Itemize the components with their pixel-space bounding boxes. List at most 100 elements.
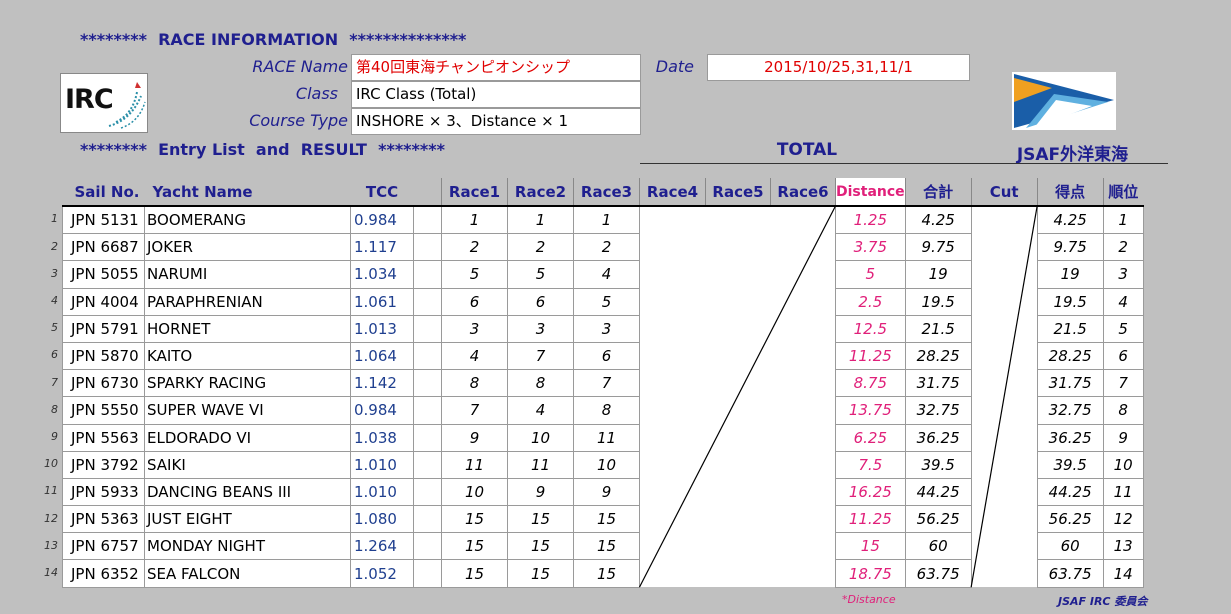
race-name-label: RACE Name (252, 57, 348, 76)
rank-cell: 9 (1102, 423, 1144, 452)
score-cell: 63.75 (1036, 559, 1104, 588)
sail-no-cell: JPN 6757 (62, 532, 145, 561)
table-row: JPN 5933 DANCING BEANS III 1.010 10 9 9 16.25 4… (62, 477, 1144, 507)
distance-cell: 6.25 (835, 423, 906, 452)
col-cut: Cut (970, 178, 1038, 207)
table-row: JPN 3792 SAIKI 1.010 11 11 10 7.5 39.5 39.5 10 (62, 450, 1144, 479)
total-cell: 31.75 (904, 369, 972, 398)
race4-cell (639, 260, 706, 289)
score-cell: 56.25 (1036, 505, 1104, 534)
race3-cell: 2 (573, 233, 640, 262)
table-row: JPN 6687 JOKER 1.117 2 2 2 3.75 9.75 9.75 2 (62, 233, 1144, 262)
blank-cell (413, 233, 442, 262)
race3-cell: 4 (573, 260, 640, 289)
race3-cell: 3 (573, 314, 640, 343)
yacht-name-cell: BOOMERANG (144, 205, 351, 235)
race5-cell (705, 424, 771, 452)
race4-cell (639, 233, 706, 261)
race3-cell: 8 (573, 396, 640, 425)
race2-cell: 2 (507, 233, 574, 262)
total-cell: 56.25 (904, 505, 972, 534)
total-cell: 28.25 (904, 341, 972, 371)
total-cell: 19 (904, 260, 972, 289)
sail-no-cell: JPN 5055 (62, 260, 145, 289)
tcc-cell: 1.117 (350, 233, 414, 262)
col-rank: 順位 (1102, 178, 1144, 207)
col-blank (413, 178, 442, 207)
race6-cell (770, 505, 836, 533)
score-cell: 60 (1036, 532, 1104, 561)
row-number: 6 (51, 348, 58, 361)
score-cell: 9.75 (1036, 233, 1104, 262)
score-cell: 31.75 (1036, 369, 1104, 398)
blank-cell (413, 396, 442, 425)
race5-cell (705, 451, 771, 479)
distance-cell: 16.25 (835, 477, 906, 507)
race2-cell: 8 (507, 369, 574, 398)
race2-cell: 4 (507, 396, 574, 425)
rank-cell: 13 (1102, 532, 1144, 561)
col-race3: Race3 (573, 178, 640, 207)
rank-cell: 11 (1102, 477, 1144, 507)
race1-cell: 8 (441, 369, 508, 398)
rank-cell: 7 (1102, 369, 1144, 398)
row-number: 7 (51, 376, 58, 389)
race4-cell (639, 532, 706, 560)
distance-cell: 2.5 (835, 287, 906, 316)
rank-cell: 12 (1102, 505, 1144, 534)
date-value: 2015/10/25,31,11/1 (707, 54, 970, 81)
race3-cell: 7 (573, 369, 640, 398)
race4-cell (639, 315, 706, 343)
race4-cell (639, 451, 706, 479)
race6-cell (770, 315, 836, 343)
tcc-cell: 1.064 (350, 341, 414, 371)
total-cell: 4.25 (904, 205, 972, 235)
tcc-cell: 1.013 (350, 314, 414, 343)
race4-cell (639, 559, 706, 588)
distance-cell: 12.5 (835, 314, 906, 343)
row-number: 10 (44, 457, 58, 470)
row-number: 14 (44, 566, 58, 579)
row-number: 3 (51, 267, 58, 280)
total-cell: 63.75 (904, 559, 972, 588)
col-race6: Race6 (770, 178, 836, 207)
total-underline (640, 163, 1168, 164)
tcc-cell: 1.010 (350, 477, 414, 507)
cut-cell (970, 396, 1038, 424)
cut-cell (970, 559, 1038, 588)
race6-cell (770, 424, 836, 452)
race2-cell: 6 (507, 287, 574, 316)
table-row: JPN 5363 JUST EIGHT 1.080 15 15 15 11.25 56.25 5… (62, 505, 1144, 534)
race2-cell: 1 (507, 205, 574, 235)
yacht-name-cell: DANCING BEANS III (144, 477, 351, 507)
race1-cell: 15 (441, 559, 508, 588)
table-row: JPN 5550 SUPER WAVE VI 0.984 7 4 8 13.75 32.75 3… (62, 396, 1144, 425)
distance-cell: 11.25 (835, 341, 906, 371)
distance-cell: 1.25 (835, 205, 906, 235)
score-cell: 19 (1036, 260, 1104, 289)
total-cell: 21.5 (904, 314, 972, 343)
race1-cell: 4 (441, 341, 508, 371)
cut-cell (970, 424, 1038, 452)
sail-no-cell: JPN 3792 (62, 450, 145, 479)
race6-cell (770, 451, 836, 479)
distance-cell: 11.25 (835, 505, 906, 534)
race1-cell: 1 (441, 205, 508, 235)
score-cell: 19.5 (1036, 287, 1104, 316)
race2-cell: 10 (507, 423, 574, 452)
date-label: Date (655, 57, 694, 76)
race1-cell: 15 (441, 532, 508, 561)
race4-cell (639, 424, 706, 452)
tcc-cell: 1.061 (350, 287, 414, 316)
sail-no-cell: JPN 6730 (62, 369, 145, 398)
row-number: 8 (51, 403, 58, 416)
rank-cell: 5 (1102, 314, 1144, 343)
col-race4: Race4 (639, 178, 706, 207)
race4-cell (639, 342, 706, 370)
table-row: JPN 5131 BOOMERANG 0.984 1 1 1 1.25 4.25 4.25 1 (62, 205, 1144, 235)
col-race2: Race2 (507, 178, 574, 207)
tcc-cell: 1.010 (350, 450, 414, 479)
race5-cell (705, 396, 771, 424)
total-cell: 36.25 (904, 423, 972, 452)
yacht-name-cell: SUPER WAVE VI (144, 396, 351, 425)
